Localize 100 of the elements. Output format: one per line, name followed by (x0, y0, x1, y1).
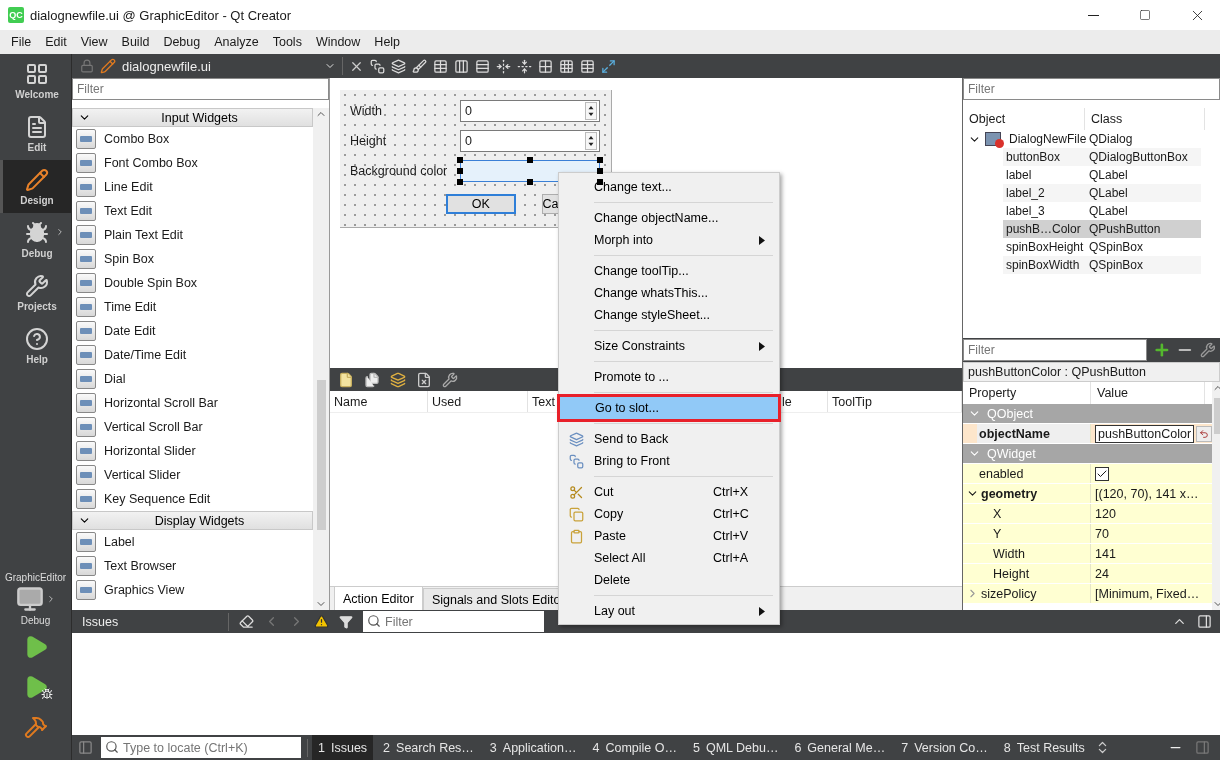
group-name: QWidget (987, 446, 1036, 461)
menu-item[interactable]: Go to slot... (560, 397, 778, 419)
form-label: Width (350, 104, 383, 118)
form-label: Height (350, 134, 388, 148)
property-value: [(120, 70), 141 x… (1095, 486, 1199, 501)
property-row[interactable]: sizePolicy [Minimum, Fixed… (963, 584, 1213, 604)
filter-field[interactable]: Filter (72, 78, 329, 100)
category-header[interactable]: Input Widgets (72, 108, 313, 127)
property-row[interactable]: Width 141 (963, 544, 1213, 564)
menu-item[interactable]: Change objectName... (559, 207, 779, 229)
property-row[interactable]: Y 70 (963, 524, 1213, 544)
widget-item[interactable]: Date/Time Edit (72, 343, 313, 367)
file-name[interactable]: dialognewfile.ui (122, 58, 318, 74)
widget-item[interactable]: Text Browser (72, 554, 313, 578)
object-title: pushButtonColor : QPushButton (963, 362, 1220, 382)
menu-item[interactable]: Change styleSheet... (559, 304, 779, 326)
menu-item[interactable]: Select All Ctrl+A (559, 547, 779, 569)
menu-item[interactable]: Analyze (207, 35, 266, 49)
app-logo: QC (8, 7, 24, 23)
output-pane-button[interactable]: 6 General Me… (788, 735, 892, 760)
property-value: 120 (1095, 506, 1116, 521)
column-header[interactable]: Used (428, 391, 528, 412)
menu-item[interactable]: Copy Ctrl+C (559, 503, 779, 525)
widget-item[interactable]: Vertical Scroll Bar (72, 415, 313, 439)
filter-field[interactable]: Filter (363, 611, 544, 632)
spin-box[interactable]: 0 (460, 100, 600, 122)
output-pane-button[interactable]: 5 QML Debu… (686, 735, 785, 760)
menu-item[interactable]: Edit (38, 35, 74, 49)
menu-item[interactable]: View (73, 35, 115, 49)
property-row[interactable]: enabled (963, 464, 1213, 484)
widget-item[interactable]: Graphics View (72, 578, 313, 602)
widget-item[interactable]: Combo Box (72, 127, 313, 151)
menu-item[interactable]: Send to Back (559, 428, 779, 450)
editor-tab[interactable]: Action Editor (334, 586, 423, 610)
output-pane-button[interactable]: 3 Application… (483, 735, 583, 760)
mode-button[interactable]: Edit (0, 107, 71, 160)
category-header[interactable]: Display Widgets (72, 511, 313, 530)
tree-row[interactable]: pushB…Color QPushButton (1003, 220, 1201, 238)
output-pane-button[interactable]: 7 Version Co… (895, 735, 994, 760)
column-header[interactable]: Name (330, 391, 428, 412)
widget-item[interactable]: Key Sequence Edit (72, 487, 313, 511)
widget-item[interactable]: Vertical Slider (72, 463, 313, 487)
mode-button[interactable]: Design (0, 160, 71, 213)
widget-item[interactable]: Label (72, 530, 313, 554)
widget-item[interactable]: Line Edit (72, 175, 313, 199)
mode-button[interactable]: Welcome (0, 54, 71, 107)
menu-item[interactable]: Help (367, 35, 408, 49)
menu-item[interactable]: Paste Ctrl+V (559, 525, 779, 547)
build-config: Debug (20, 615, 51, 626)
mode-button[interactable]: Debug (0, 213, 71, 266)
window-title: dialognewfile.ui @ GraphicEditor - Qt Creator (30, 7, 293, 23)
menu-item[interactable]: Build (114, 35, 157, 49)
locate-field[interactable]: Type to locate (Ctrl+K) (101, 737, 301, 758)
form-label: Background color (350, 164, 449, 178)
widget-item[interactable]: Plain Text Edit (72, 223, 313, 247)
output-pane-button[interactable]: 4 Compile O… (586, 735, 683, 760)
menu-item[interactable]: Tools (265, 35, 309, 49)
widget-item[interactable]: Time Edit (72, 295, 313, 319)
widget-item[interactable]: Text Edit (72, 199, 313, 223)
property-value: 70 (1095, 526, 1109, 541)
tree-row[interactable]: spinBoxWidth QSpinBox (1003, 256, 1201, 274)
menu-item[interactable]: File (4, 35, 39, 49)
property-row[interactable]: Height 24 (963, 564, 1213, 584)
property-value: [Minimum, Fixed… (1095, 586, 1200, 601)
filter-field[interactable]: Filter (963, 78, 1220, 100)
output-pane-button[interactable]: 1 Issues (312, 735, 374, 760)
widget-item[interactable]: Date Edit (72, 319, 313, 343)
project-name: GraphicEditor (4, 572, 67, 583)
menu-item[interactable]: Size Constraints (559, 335, 779, 357)
property-value: 141 (1095, 546, 1116, 561)
panel-title: Issues (82, 614, 120, 629)
menu-item[interactable]: Bring to Front (559, 450, 779, 472)
value-field[interactable]: pushButtonColor (1095, 424, 1195, 443)
menu-item[interactable]: Window (308, 35, 368, 49)
widget-item[interactable]: Spin Box (72, 247, 313, 271)
property-row[interactable]: objectName pushButtonColor (963, 424, 1213, 444)
filter-field[interactable]: Filter (963, 339, 1147, 361)
mode-button[interactable]: Help (0, 319, 71, 372)
dialog-button[interactable]: OK (446, 194, 516, 214)
mode-button[interactable]: Projects (0, 266, 71, 319)
widget-item[interactable]: Double Spin Box (72, 271, 313, 295)
widget-item[interactable]: Dial (72, 367, 313, 391)
property-row[interactable]: geometry [(120, 70), 141 x… (963, 484, 1213, 504)
widget-item[interactable]: Font Combo Box (72, 151, 313, 175)
tree-row[interactable]: label_2 QLabel (1003, 184, 1201, 202)
output-pane-button[interactable]: 2 Search Res… (377, 735, 480, 760)
menu-item[interactable]: Debug (156, 35, 208, 49)
spin-box[interactable]: 0 (460, 130, 600, 152)
group-name: QObject (987, 406, 1033, 421)
output-pane-button[interactable]: 8 Test Results (997, 735, 1091, 760)
menu-item[interactable]: Cut Ctrl+X (559, 481, 779, 503)
property-value: 24 (1095, 566, 1109, 581)
widget-item[interactable]: Horizontal Slider (72, 439, 313, 463)
tree-row[interactable]: buttonBox QDialogButtonBox (1003, 148, 1201, 166)
menu-item[interactable]: Morph into (559, 229, 779, 251)
property-row[interactable]: X 120 (963, 504, 1213, 524)
menu-item[interactable]: Change toolTip... (559, 260, 779, 282)
menu-item[interactable]: Delete (559, 569, 779, 591)
menu-item[interactable]: Change whatsThis... (559, 282, 779, 304)
widget-item[interactable]: Horizontal Scroll Bar (72, 391, 313, 415)
